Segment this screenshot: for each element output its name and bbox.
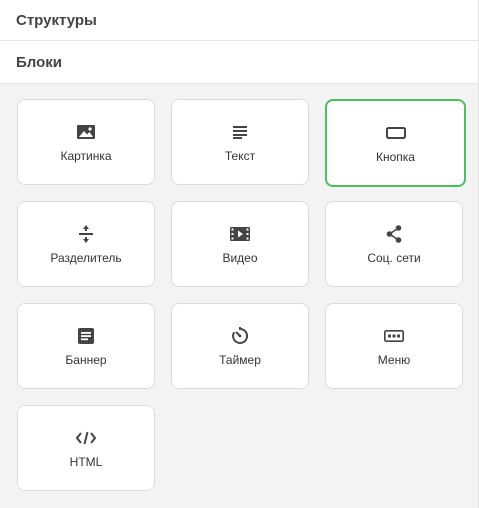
share-icon [383,223,405,245]
block-label: Картинка [60,149,112,163]
block-label: Баннер [65,353,107,367]
block-label: Таймер [219,353,261,367]
timer-icon [229,325,251,347]
block-text[interactable]: Текст [171,99,309,185]
block-banner[interactable]: Баннер [17,303,155,389]
block-video[interactable]: Видео [171,201,309,287]
video-icon [229,223,251,245]
code-icon [75,427,97,449]
block-label: Соц. сети [367,251,421,265]
block-divider[interactable]: Разделитель [17,201,155,287]
button-icon [385,122,407,144]
text-lines-icon [229,121,251,143]
editor-sidebar: Структуры Блоки Картинка Текст Кнопка Ра… [0,0,479,508]
block-label: Текст [224,149,256,163]
block-label: HTML [69,455,103,469]
block-timer[interactable]: Таймер [171,303,309,389]
block-label: Разделитель [50,251,122,265]
blocks-grid: Картинка Текст Кнопка Разделитель Видео … [0,84,478,508]
banner-icon [75,325,97,347]
section-blocks-header[interactable]: Блоки [0,41,478,84]
block-label: Меню [377,353,411,367]
block-button[interactable]: Кнопка [325,99,466,187]
block-label: Кнопка [376,150,415,164]
section-structures-header[interactable]: Структуры [0,0,478,41]
block-menu[interactable]: Меню [325,303,463,389]
block-image[interactable]: Картинка [17,99,155,185]
image-icon [75,121,97,143]
block-social[interactable]: Соц. сети [325,201,463,287]
menu-icon [383,325,405,347]
divider-icon [75,223,97,245]
block-html[interactable]: HTML [17,405,155,491]
block-label: Видео [222,251,258,265]
